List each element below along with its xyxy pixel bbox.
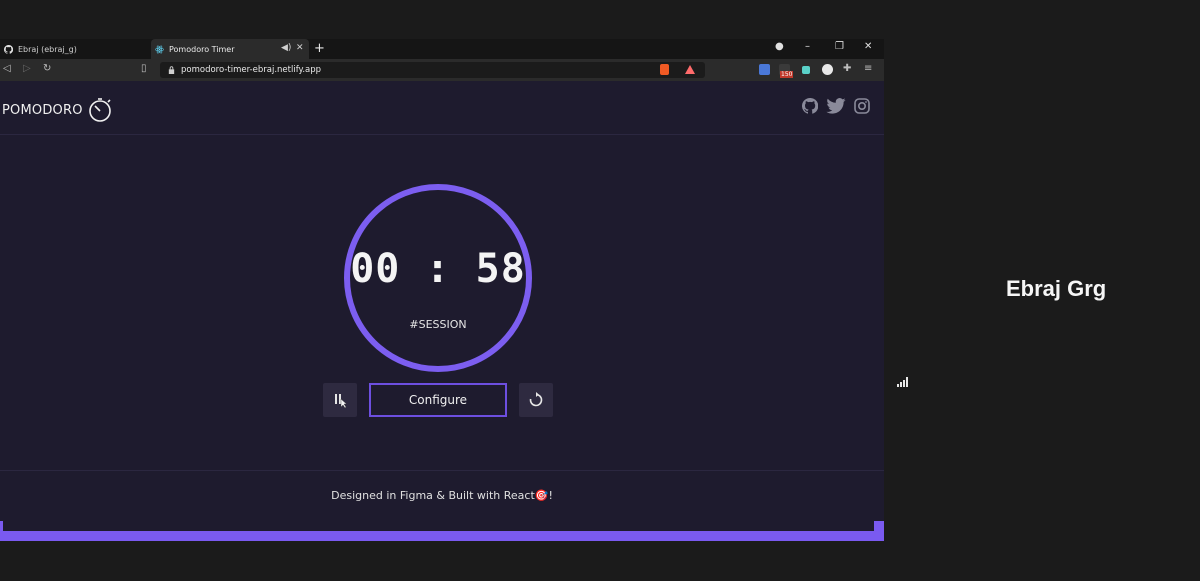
github-icon [4, 44, 13, 54]
translate-extension-icon[interactable] [759, 64, 770, 75]
back-icon[interactable]: ◁ [3, 63, 11, 74]
lock-icon [168, 66, 175, 74]
screen-share-stage: Ebraj (ebraj_g) Pomodoro Timer ◀) ✕ + ● … [0, 0, 1200, 581]
pause-icon [335, 394, 347, 408]
timer-display: 00 : 58 [350, 246, 526, 292]
restore-icon[interactable]: ❐ [835, 41, 844, 52]
menu-icon[interactable]: ≡ [864, 63, 872, 74]
speaker-icon[interactable]: ◀) [281, 43, 291, 53]
instagram-icon[interactable] [854, 98, 870, 114]
reset-button[interactable] [519, 383, 553, 417]
extension-badge: 150 [780, 71, 794, 78]
browser-window: Ebraj (ebraj_g) Pomodoro Timer ◀) ✕ + ● … [0, 39, 884, 541]
react-icon [155, 45, 164, 53]
reload-icon[interactable]: ↻ [43, 63, 51, 74]
pomodoro-page: POMODORO 00 : 58 #SESSION Configure Desi… [0, 81, 884, 541]
new-tab-button[interactable]: + [314, 41, 325, 56]
pause-button[interactable] [323, 383, 357, 417]
social-links [802, 98, 870, 114]
address-bar[interactable]: pomodoro-timer-ebraj.netlify.app [160, 62, 705, 78]
logo-text: POMODORO [2, 102, 83, 118]
url-text: pomodoro-timer-ebraj.netlify.app [181, 65, 322, 75]
site-header: POMODORO [0, 81, 884, 135]
close-window-icon[interactable]: ✕ [864, 41, 872, 52]
presenter-name: Ebraj Grg [1006, 276, 1107, 301]
accent-border-bottom [0, 531, 884, 541]
timer: 00 : 58 #SESSION [344, 184, 532, 372]
tab-pomodoro[interactable]: Pomodoro Timer ◀) ✕ [151, 39, 309, 59]
reset-icon [529, 392, 543, 407]
brave-rewards-icon[interactable] [685, 65, 695, 74]
twitter-icon[interactable] [826, 98, 846, 114]
logo[interactable]: POMODORO [2, 97, 113, 123]
tab-github[interactable]: Ebraj (ebraj_g) [0, 39, 150, 59]
browser-toolbar: ◁ ▷ ↻ ▯ pomodoro-timer-ebraj.netlify.app… [0, 59, 884, 81]
bookmark-icon[interactable]: ▯ [141, 63, 147, 74]
tab-title: Pomodoro Timer [169, 44, 235, 54]
react-devtools-icon[interactable] [802, 66, 810, 74]
github-icon[interactable] [802, 98, 818, 114]
brave-shield-icon[interactable] [660, 64, 669, 75]
close-tab-icon[interactable]: ✕ [296, 43, 304, 53]
minimize-icon[interactable]: – [805, 41, 810, 52]
configure-button[interactable]: Configure [369, 383, 507, 417]
session-label: #SESSION [409, 318, 467, 331]
color-picker-icon[interactable] [822, 64, 833, 75]
signal-strength-icon [897, 377, 908, 387]
site-footer: Designed in Figma & Built with React🎯! [0, 470, 884, 520]
profile-icon[interactable]: ● [775, 41, 784, 52]
footer-text: Designed in Figma & Built with React🎯! [331, 489, 553, 502]
tab-strip: Ebraj (ebraj_g) Pomodoro Timer ◀) ✕ + ● … [0, 39, 884, 59]
extensions-puzzle-icon[interactable]: ✚ [843, 63, 851, 74]
stopwatch-icon [88, 98, 111, 122]
tab-title: Ebraj (ebraj_g) [18, 44, 77, 54]
timer-controls: Configure [323, 383, 553, 419]
forward-icon[interactable]: ▷ [23, 63, 31, 74]
